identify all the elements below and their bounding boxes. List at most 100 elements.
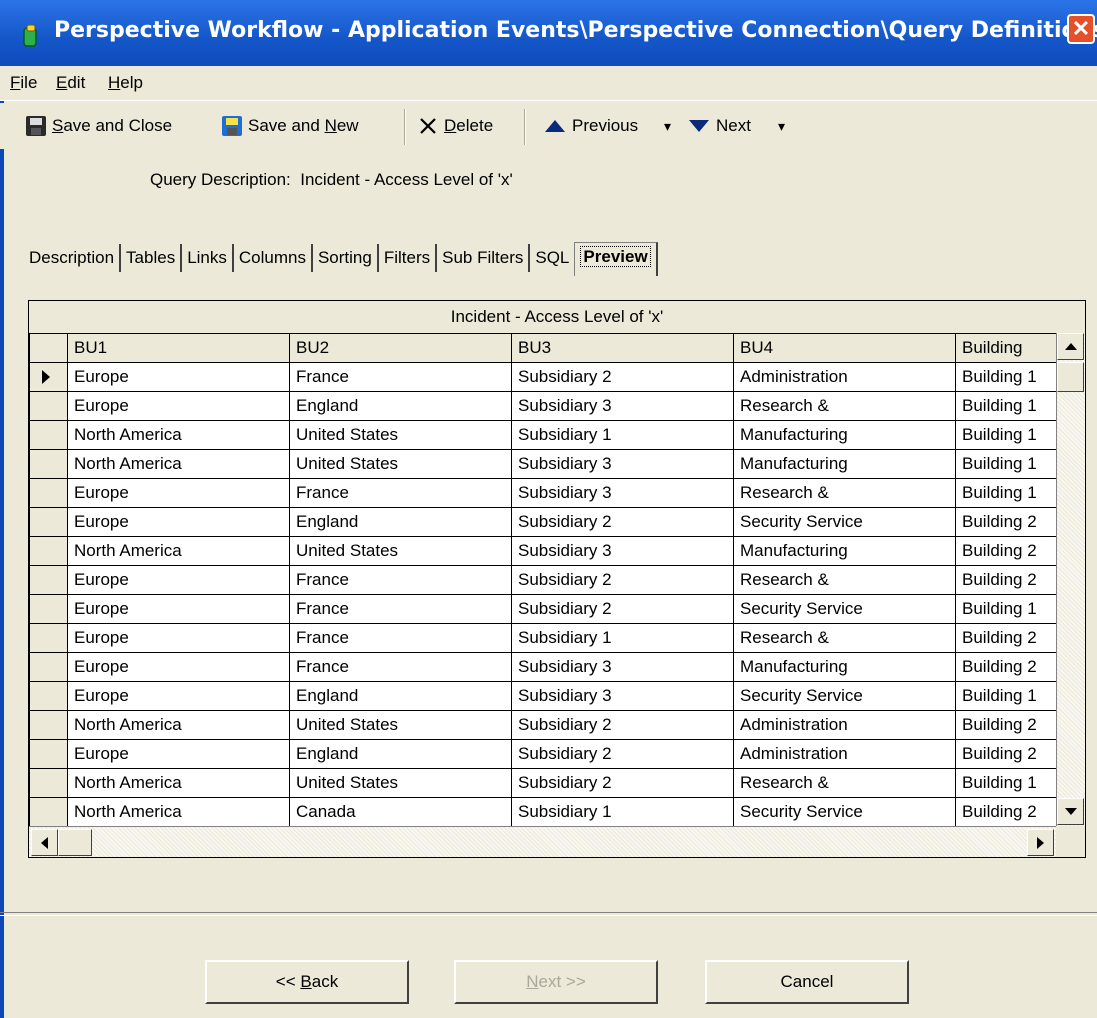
table-cell[interactable]: Security Service bbox=[733, 797, 956, 827]
table-cell[interactable]: France bbox=[289, 652, 512, 682]
table-row[interactable]: Europe France Subsidiary 3 Manufacturing Bui… bbox=[29, 652, 1066, 682]
table-cell[interactable]: Europe bbox=[67, 478, 290, 508]
row-selector[interactable] bbox=[29, 391, 68, 421]
tab-description[interactable]: Description bbox=[24, 244, 122, 272]
table-cell[interactable]: Subsidiary 2 bbox=[511, 768, 734, 798]
next-toolbar-button[interactable]: Next bbox=[688, 113, 751, 139]
table-cell[interactable]: Research & bbox=[733, 391, 956, 421]
table-row[interactable]: Europe France Subsidiary 2 Administration Bu… bbox=[29, 362, 1066, 392]
table-cell[interactable]: Security Service bbox=[733, 681, 956, 711]
row-selector[interactable] bbox=[29, 478, 68, 508]
table-cell[interactable]: Europe bbox=[67, 565, 290, 595]
table-cell[interactable]: Building 2 bbox=[955, 507, 1066, 537]
table-cell[interactable]: Subsidiary 3 bbox=[511, 681, 734, 711]
table-cell[interactable]: Building 1 bbox=[955, 420, 1066, 450]
table-cell[interactable]: England bbox=[289, 507, 512, 537]
row-selector[interactable] bbox=[29, 507, 68, 537]
previous-dropdown[interactable]: ▾ bbox=[664, 113, 671, 139]
row-selector[interactable] bbox=[29, 565, 68, 595]
table-cell[interactable]: France bbox=[289, 623, 512, 653]
table-row[interactable]: North America Canada Subsidiary 1 Security … bbox=[29, 797, 1066, 827]
row-selector[interactable] bbox=[29, 710, 68, 740]
next-button[interactable]: Next >> bbox=[454, 960, 658, 1004]
table-cell[interactable]: Administration bbox=[733, 739, 956, 769]
column-header[interactable]: Building bbox=[955, 333, 1066, 363]
scroll-thumb[interactable] bbox=[1057, 362, 1084, 392]
table-cell[interactable]: Subsidiary 2 bbox=[511, 739, 734, 769]
table-cell[interactable]: Subsidiary 1 bbox=[511, 420, 734, 450]
row-selector[interactable] bbox=[29, 594, 68, 624]
close-button[interactable]: ✕ bbox=[1067, 14, 1095, 44]
row-selector[interactable] bbox=[29, 739, 68, 769]
table-cell[interactable]: North America bbox=[67, 797, 290, 827]
table-cell[interactable]: England bbox=[289, 391, 512, 421]
table-cell[interactable]: Subsidiary 2 bbox=[511, 710, 734, 740]
table-row[interactable]: Europe England Subsidiary 3 Security Servic… bbox=[29, 681, 1066, 711]
scroll-right-button[interactable] bbox=[1027, 829, 1054, 856]
row-selector[interactable] bbox=[29, 681, 68, 711]
table-cell[interactable]: Building 2 bbox=[955, 565, 1066, 595]
table-cell[interactable]: England bbox=[289, 681, 512, 711]
table-cell[interactable]: Canada bbox=[289, 797, 512, 827]
table-cell[interactable]: France bbox=[289, 362, 512, 392]
table-cell[interactable]: Subsidiary 2 bbox=[511, 362, 734, 392]
column-header[interactable]: BU1 bbox=[67, 333, 290, 363]
table-cell[interactable]: Building 1 bbox=[955, 478, 1066, 508]
table-cell[interactable]: Subsidiary 3 bbox=[511, 652, 734, 682]
table-cell[interactable]: Subsidiary 3 bbox=[511, 391, 734, 421]
table-cell[interactable]: North America bbox=[67, 768, 290, 798]
table-cell[interactable]: United States bbox=[289, 710, 512, 740]
table-row[interactable]: Europe France Subsidiary 2 Security Service… bbox=[29, 594, 1066, 624]
table-row[interactable]: Europe England Subsidiary 2 Administration B… bbox=[29, 739, 1066, 769]
table-cell[interactable]: Europe bbox=[67, 652, 290, 682]
table-cell[interactable]: North America bbox=[67, 449, 290, 479]
row-selector[interactable] bbox=[29, 449, 68, 479]
table-cell[interactable]: Europe bbox=[67, 391, 290, 421]
table-cell[interactable]: Security Service bbox=[733, 507, 956, 537]
menu-help[interactable]: Help bbox=[108, 73, 143, 93]
tab-preview[interactable]: Preview bbox=[574, 242, 658, 276]
row-selector[interactable] bbox=[29, 797, 68, 827]
table-cell[interactable]: Europe bbox=[67, 594, 290, 624]
table-cell[interactable]: Building 1 bbox=[955, 391, 1066, 421]
table-cell[interactable]: Administration bbox=[733, 710, 956, 740]
table-cell[interactable]: Manufacturing bbox=[733, 536, 956, 566]
table-cell[interactable]: Subsidiary 3 bbox=[511, 449, 734, 479]
menu-file[interactable]: File bbox=[10, 73, 37, 93]
table-cell[interactable]: Manufacturing bbox=[733, 449, 956, 479]
table-cell[interactable]: France bbox=[289, 594, 512, 624]
table-cell[interactable]: Subsidiary 2 bbox=[511, 565, 734, 595]
table-cell[interactable]: North America bbox=[67, 536, 290, 566]
row-selector[interactable] bbox=[29, 420, 68, 450]
table-cell[interactable]: Subsidiary 1 bbox=[511, 623, 734, 653]
table-cell[interactable]: Europe bbox=[67, 507, 290, 537]
previous-button[interactable]: Previous bbox=[544, 113, 638, 139]
table-cell[interactable]: Subsidiary 2 bbox=[511, 594, 734, 624]
table-cell[interactable]: France bbox=[289, 565, 512, 595]
table-cell[interactable]: Research & bbox=[733, 478, 956, 508]
table-cell[interactable]: Europe bbox=[67, 623, 290, 653]
table-cell[interactable]: Building 2 bbox=[955, 623, 1066, 653]
tab-sql[interactable]: SQL bbox=[530, 244, 574, 272]
save-and-close-button[interactable]: Save and Close bbox=[26, 113, 172, 139]
next-dropdown[interactable]: ▾ bbox=[778, 113, 785, 139]
column-header[interactable]: BU4 bbox=[733, 333, 956, 363]
tab-filters[interactable]: Filters bbox=[379, 244, 438, 272]
row-selector[interactable] bbox=[29, 768, 68, 798]
column-header[interactable]: BU3 bbox=[511, 333, 734, 363]
row-selector[interactable] bbox=[29, 652, 68, 682]
table-cell[interactable]: Building 1 bbox=[955, 681, 1066, 711]
table-cell[interactable]: United States bbox=[289, 536, 512, 566]
table-cell[interactable]: Research & bbox=[733, 565, 956, 595]
vertical-scrollbar[interactable] bbox=[1056, 333, 1085, 826]
menu-edit[interactable]: Edit bbox=[56, 73, 85, 93]
hscroll-thumb[interactable] bbox=[58, 829, 92, 856]
back-button[interactable]: << Back bbox=[205, 960, 409, 1004]
table-cell[interactable]: England bbox=[289, 739, 512, 769]
table-cell[interactable]: Research & bbox=[733, 623, 956, 653]
column-header[interactable]: BU2 bbox=[289, 333, 512, 363]
table-cell[interactable]: United States bbox=[289, 768, 512, 798]
table-cell[interactable]: Building 2 bbox=[955, 797, 1066, 827]
table-row[interactable]: Europe England Subsidiary 2 Security Servic… bbox=[29, 507, 1066, 537]
table-cell[interactable]: United States bbox=[289, 420, 512, 450]
